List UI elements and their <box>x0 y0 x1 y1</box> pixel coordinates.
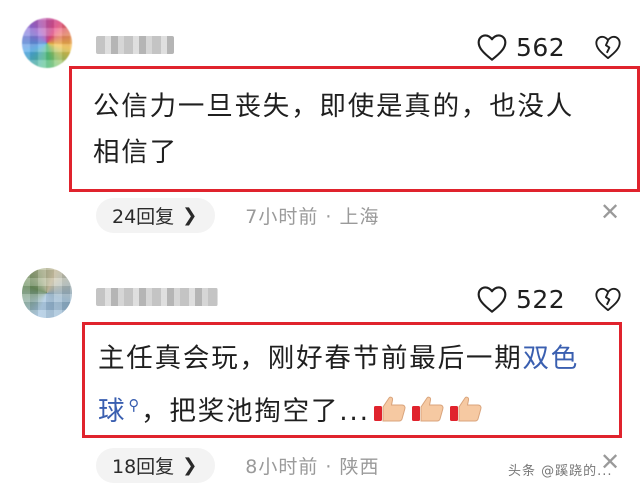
comment-line: 公信力一旦丧失，即使是真的，也没人 <box>93 91 575 122</box>
comment-line: ，把奖池掏空了... <box>141 395 370 427</box>
like-count: 522 <box>516 284 566 314</box>
avatar[interactable] <box>22 18 72 68</box>
time-location: 7小时前 · 上海 <box>245 206 380 228</box>
comment-text: 主任真会玩，刚好春节前最后一期双色 球 ⚲，把奖池掏空了... <box>98 336 634 435</box>
heart-outline-icon <box>477 286 507 313</box>
like-button[interactable]: 562 <box>476 32 565 62</box>
reply-count: 24回复 <box>112 206 175 228</box>
comment-line: 相信了 <box>93 137 178 168</box>
thumbs-up-emoji <box>449 396 482 422</box>
avatar[interactable] <box>22 268 72 318</box>
comment-line: 主任真会玩，刚好春节前最后一期 <box>98 343 523 374</box>
reply-count: 18回复 <box>112 456 175 478</box>
heart-outline-icon <box>477 34 507 61</box>
reply-button[interactable]: 18回复 ❯ <box>96 448 216 483</box>
broken-heart-icon[interactable] <box>594 33 622 61</box>
lottery-link[interactable]: 双色 <box>523 343 580 374</box>
comment-item: 522 主任真会玩，刚好春节前最后一期双色 球 ⚲，把奖池掏空了... 18回复 … <box>0 262 640 483</box>
like-button[interactable]: 522 <box>476 284 565 314</box>
chevron-right-icon: ❯ <box>182 205 198 226</box>
thumbs-up-emoji <box>411 396 444 422</box>
comment-text: 公信力一旦丧失，即使是真的，也没人 相信了 <box>93 84 638 176</box>
comment-meta: 24回复 ❯ 7小时前 · 上海 <box>96 198 380 233</box>
lottery-link[interactable]: 球 <box>98 396 126 427</box>
thumbs-up-emoji <box>373 396 406 422</box>
username-blurred[interactable] <box>96 36 174 54</box>
search-icon[interactable]: ⚲ <box>128 396 141 414</box>
broken-heart-icon[interactable] <box>594 285 622 313</box>
close-icon[interactable]: ✕ <box>600 198 620 226</box>
like-count: 562 <box>516 32 566 62</box>
reply-button[interactable]: 24回复 ❯ <box>96 198 216 233</box>
comment-item: 562 公信力一旦丧失，即使是真的，也没人 相信了 24回复 ❯ 7小时前 · … <box>0 0 640 245</box>
comment-meta: 18回复 ❯ 8小时前 · 陕西 <box>96 448 380 483</box>
watermark: 头条 @蹊跷的... <box>508 464 613 479</box>
username-blurred[interactable] <box>96 288 218 306</box>
time-location: 8小时前 · 陕西 <box>245 456 380 478</box>
